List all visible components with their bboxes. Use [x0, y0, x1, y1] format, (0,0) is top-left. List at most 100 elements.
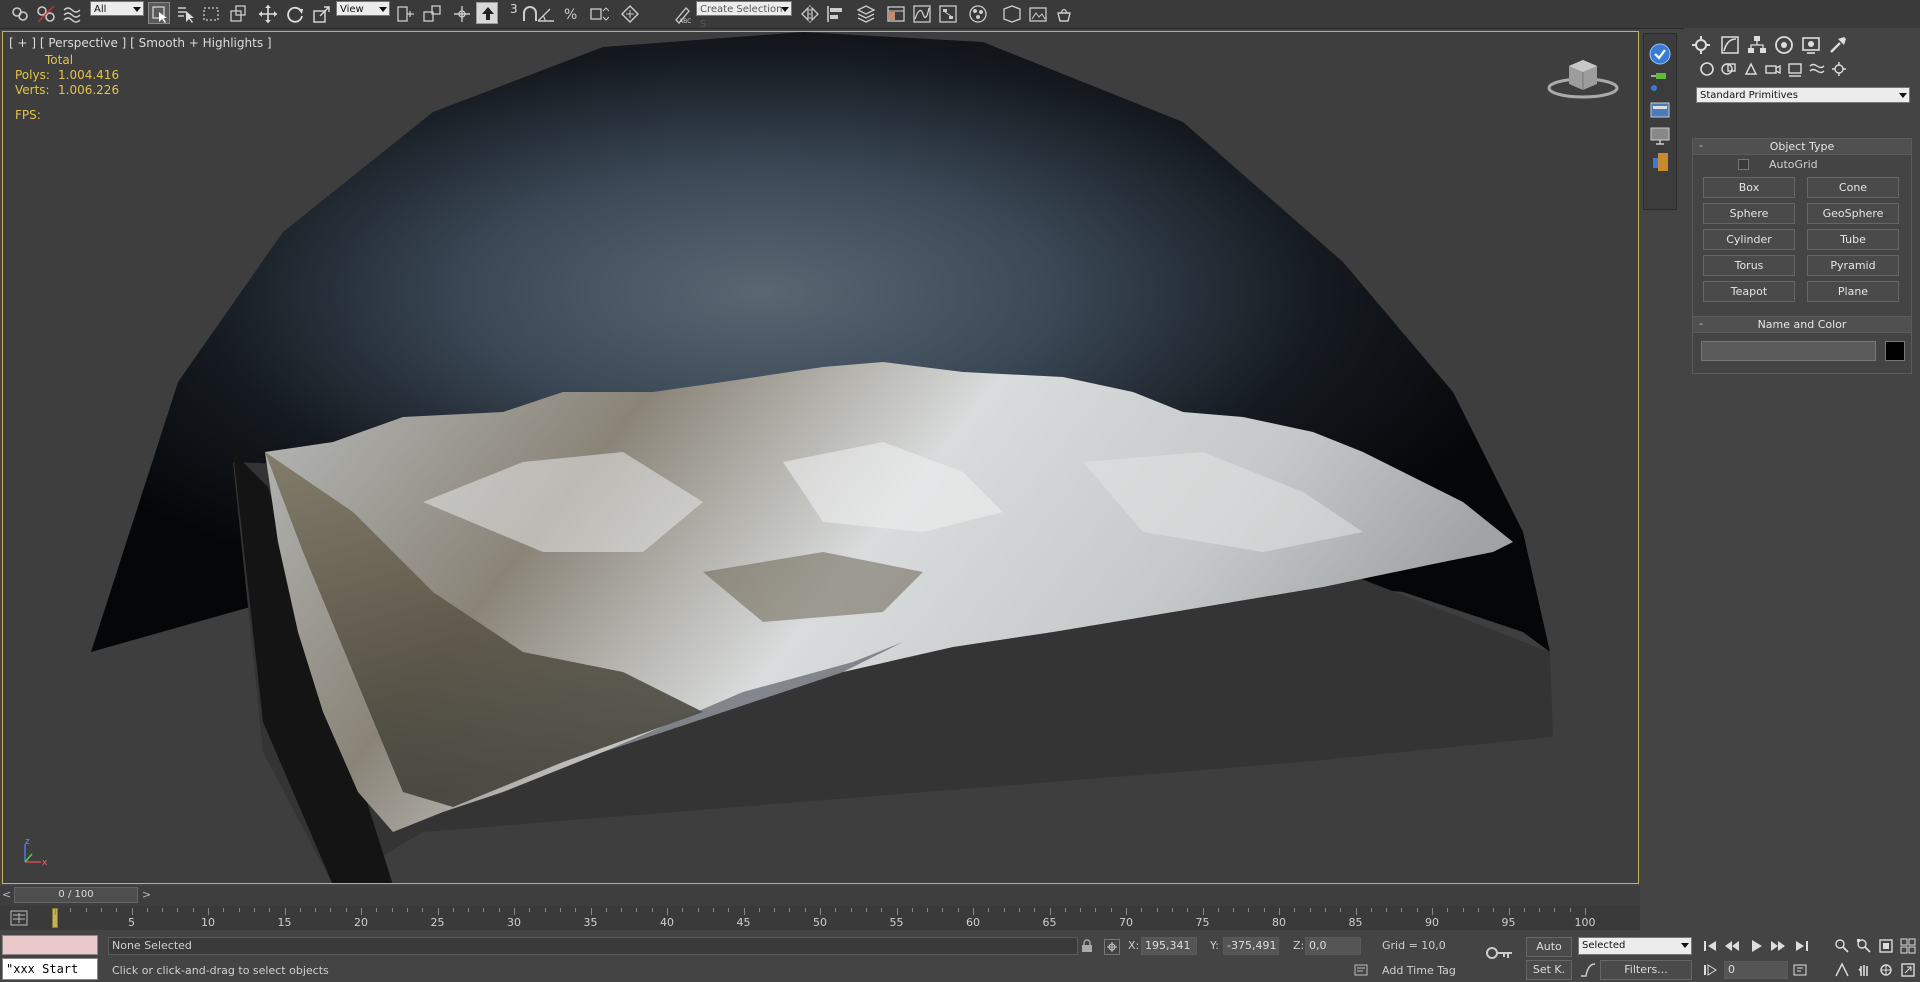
x-coord-field[interactable]: 195,341 [1141, 937, 1197, 955]
set-key-button[interactable]: Set K. [1526, 960, 1572, 980]
edit-named-selection-icon[interactable] [618, 2, 640, 24]
perspective-viewport[interactable]: [ + ] [ Perspective ] [ Smooth + Highlig… [2, 31, 1639, 884]
zoom-all-icon[interactable] [1856, 938, 1872, 954]
systems-icon[interactable] [1830, 60, 1848, 78]
pyramid-button[interactable]: Pyramid [1807, 255, 1899, 276]
render-window-icon[interactable] [1648, 98, 1672, 122]
percent-snap-icon[interactable]: % [560, 2, 582, 24]
hierarchy-tab-icon[interactable] [1746, 34, 1770, 56]
select-and-link-icon[interactable] [8, 2, 30, 24]
named-selection-sets-icon[interactable]: ABC [670, 2, 692, 25]
previous-frame-icon[interactable] [1724, 938, 1740, 954]
mini-curve-editor-icon[interactable] [10, 910, 28, 926]
helpers-icon[interactable] [1786, 60, 1804, 78]
time-slider-thumb[interactable]: 0 / 100 [14, 887, 138, 903]
mirror-icon[interactable] [798, 2, 820, 24]
cameras-icon[interactable] [1764, 60, 1782, 78]
curve-editor-icon[interactable] [910, 2, 932, 24]
select-and-move-icon[interactable] [256, 2, 278, 24]
motion-tab-icon[interactable] [1773, 34, 1797, 56]
use-pivot-point-icon[interactable] [394, 2, 416, 24]
z-coord-field[interactable]: 0,0 [1305, 937, 1361, 955]
window-crossing-icon[interactable] [226, 2, 248, 24]
orbit-icon[interactable] [1878, 962, 1894, 978]
reference-coordinate-dropdown[interactable]: View [336, 1, 390, 16]
checkmark-icon[interactable] [1648, 42, 1672, 66]
slider-next-arrow[interactable]: > [142, 888, 152, 902]
drill-tool-icon[interactable] [1648, 70, 1672, 94]
lights-icon[interactable] [1742, 60, 1760, 78]
selection-filter-dropdown[interactable]: All [90, 1, 144, 16]
select-by-name-icon[interactable] [174, 2, 196, 24]
keyboard-shortcut-override-icon[interactable] [450, 2, 472, 24]
go-to-end-icon[interactable] [1794, 938, 1810, 954]
create-tab-icon[interactable] [1690, 34, 1714, 56]
angle-snap-icon[interactable] [534, 2, 556, 24]
exit-door-icon[interactable] [1648, 150, 1672, 174]
zoom-icon[interactable] [1834, 938, 1850, 954]
key-filters-button[interactable]: Filters... [1600, 960, 1692, 980]
lock-selection-icon[interactable] [1080, 939, 1094, 953]
pan-view-icon[interactable] [1856, 962, 1872, 978]
y-coord-field[interactable]: -375,491 [1223, 937, 1279, 955]
align-icon[interactable] [824, 2, 846, 24]
object-name-field[interactable] [1701, 341, 1876, 361]
modify-tab-icon[interactable] [1719, 34, 1743, 56]
add-time-tag-button[interactable]: Add Time Tag [1382, 964, 1456, 977]
maxscript-mini-listener-input[interactable]: "xxx Start [2, 958, 98, 980]
absolute-mode-transform-icon[interactable] [1104, 939, 1120, 955]
scene-explorer-icon[interactable] [884, 2, 906, 24]
name-and-color-rollout-header[interactable]: - Name and Color [1693, 317, 1911, 333]
play-animation-icon[interactable] [1748, 938, 1764, 954]
auto-key-button[interactable]: Auto [1526, 937, 1572, 957]
render-production-icon[interactable] [1052, 2, 1074, 24]
object-color-swatch[interactable] [1885, 341, 1905, 361]
torus-button[interactable]: Torus [1703, 255, 1795, 276]
field-of-view-icon[interactable] [1834, 962, 1850, 978]
spinner-snap-icon[interactable] [586, 2, 609, 24]
viewcube-icon[interactable] [1545, 54, 1621, 102]
teapot-button[interactable]: Teapot [1703, 281, 1795, 302]
zoom-extents-icon[interactable] [1878, 938, 1894, 954]
geosphere-button[interactable]: GeoSphere [1807, 203, 1899, 224]
time-tag-icon[interactable] [1353, 962, 1369, 978]
timeline-track[interactable]: 5 10 15 20 25 30 35 40 45 50 55 60 65 70 75 80 85 90 95 100 [0, 906, 1640, 930]
cone-button[interactable]: Cone [1807, 177, 1899, 198]
display-tab-icon[interactable] [1800, 34, 1824, 56]
layer-manager-icon[interactable] [854, 2, 876, 24]
autogrid-checkbox[interactable] [1738, 159, 1749, 170]
named-selection-dropdown[interactable]: Create Selection S [696, 1, 792, 30]
material-editor-icon[interactable] [966, 2, 988, 24]
key-filter-dropdown[interactable]: Selected [1578, 937, 1692, 955]
key-mode-toggle-icon[interactable] [1702, 962, 1718, 978]
object-type-rollout-header[interactable]: - Object Type [1693, 139, 1911, 155]
rendered-frame-window-icon[interactable] [1026, 2, 1048, 24]
zoom-extents-all-icon[interactable] [1900, 938, 1916, 954]
render-setup-icon[interactable] [1000, 2, 1022, 24]
display-monitor-icon[interactable] [1648, 124, 1672, 148]
sphere-button[interactable]: Sphere [1703, 203, 1795, 224]
tube-button[interactable]: Tube [1807, 229, 1899, 250]
slider-prev-arrow[interactable]: < [2, 888, 12, 902]
box-button[interactable]: Box [1703, 177, 1795, 198]
maximize-viewport-icon[interactable] [1900, 962, 1916, 978]
shapes-icon[interactable] [1720, 60, 1738, 78]
primitive-category-dropdown[interactable]: Standard Primitives [1696, 87, 1910, 103]
utilities-tab-icon[interactable] [1827, 34, 1851, 56]
space-warps-icon[interactable] [1808, 60, 1826, 78]
default-in-out-tangent-icon[interactable] [1580, 962, 1596, 978]
current-frame-field[interactable]: 0 [1724, 961, 1788, 979]
viewport-label[interactable]: [ + ] [ Perspective ] [ Smooth + Highlig… [9, 36, 272, 50]
time-configuration-icon[interactable] [1792, 962, 1808, 978]
maxscript-mini-listener-top[interactable] [2, 935, 98, 955]
unlink-selection-icon[interactable] [34, 2, 56, 24]
select-and-scale-icon[interactable] [310, 2, 332, 24]
geometry-icon[interactable] [1698, 60, 1716, 78]
next-frame-icon[interactable] [1770, 938, 1786, 954]
bind-to-space-warp-icon[interactable] [60, 2, 82, 24]
cylinder-button[interactable]: Cylinder [1703, 229, 1795, 250]
go-to-start-icon[interactable] [1702, 938, 1718, 954]
select-and-manipulate-icon[interactable] [420, 2, 442, 24]
set-key-icon[interactable] [1484, 940, 1514, 974]
snaps-toggle-icon[interactable] [476, 2, 498, 24]
